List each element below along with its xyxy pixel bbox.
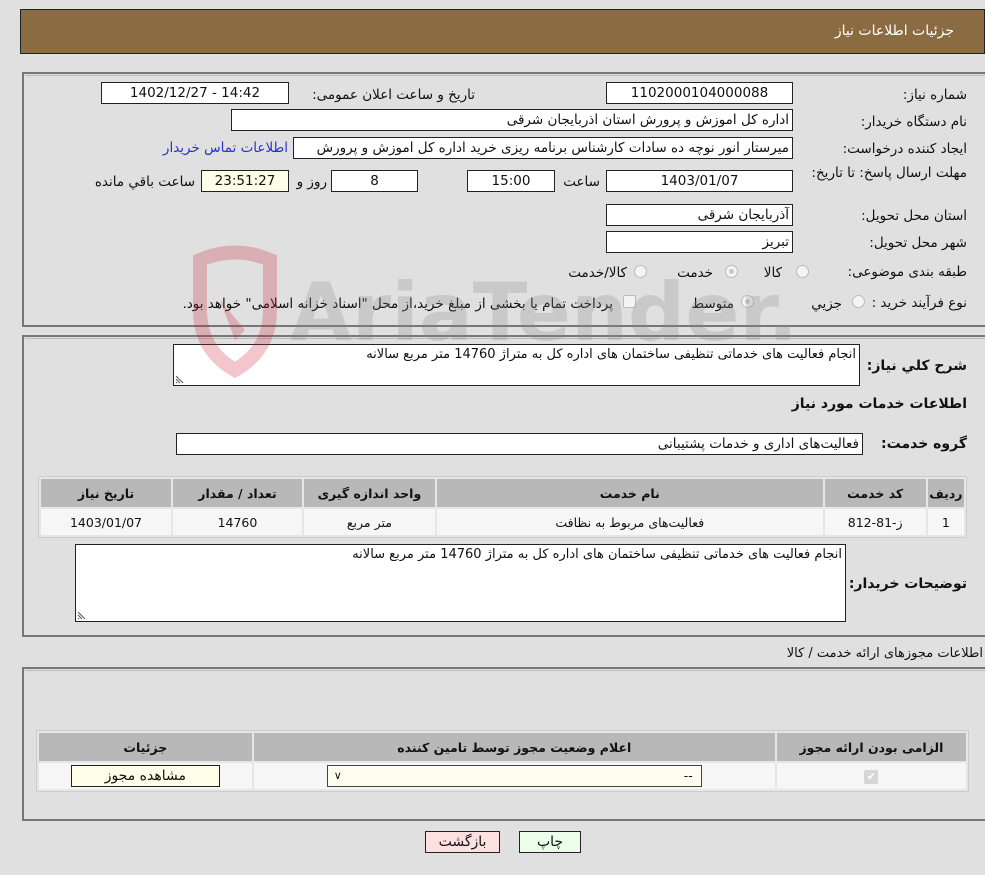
province-label: استان محل تحویل:	[861, 208, 967, 224]
col-service-name: نام خدمت	[436, 479, 823, 507]
permits-table-header: الزامی بودن ارائه مجوز اعلام وضعیت مجوز …	[39, 733, 966, 761]
buyer-org-field[interactable]: اداره کل اموزش و پرورش استان اذربایجان ش…	[231, 109, 793, 131]
col-permit-details: جزئیات	[39, 733, 252, 761]
permit-required-checkbox: ✔	[864, 770, 879, 784]
back-button[interactable]: بازگشت	[425, 831, 500, 853]
days-label: روز و	[296, 174, 327, 190]
category-radio-goods-service[interactable]	[634, 265, 647, 278]
creator-label: ایجاد کننده درخواست:	[842, 141, 967, 157]
table-row: ✔ -- ∨ مشاهده مجوز	[39, 763, 966, 789]
need-number-label: شماره نیاز:	[902, 87, 967, 103]
time-label: ساعت	[563, 174, 600, 190]
city-field[interactable]: تبریز	[606, 231, 793, 253]
view-permit-button[interactable]: مشاهده مجوز	[70, 765, 220, 787]
cell-service-code: ز-81-812	[824, 509, 926, 535]
page-header: جزئیات اطلاعات نیاز	[20, 9, 985, 54]
permit-status-select[interactable]: -- ∨	[326, 765, 702, 787]
process-radio-small[interactable]	[852, 295, 865, 308]
category-label: طبقه بندی موضوعی:	[847, 264, 967, 280]
permits-table: الزامی بودن ارائه مجوز اعلام وضعیت مجوز …	[36, 730, 969, 792]
col-permit-status: اعلام وضعیت مجوز توسط تامین کننده	[253, 733, 775, 761]
cell-quantity: 14760	[173, 509, 302, 535]
print-button[interactable]: چاپ	[519, 831, 581, 853]
services-title: اطلاعات خدمات مورد نیاز	[791, 396, 967, 412]
resize-grip-icon[interactable]	[77, 610, 87, 620]
need-number-field[interactable]: 1102000104000088	[606, 82, 793, 104]
category-radio-goods[interactable]	[796, 265, 809, 278]
treasury-note: پرداخت تمام یا بخشی از مبلغ خرید،از محل …	[182, 296, 613, 312]
remaining-label: ساعت باقي مانده	[94, 174, 195, 190]
col-row-number: ردیف	[927, 479, 964, 507]
process-label: نوع فرآیند خرید :	[871, 295, 967, 311]
col-permit-required: الزامی بودن ارائه مجوز	[776, 733, 966, 761]
category-radio-service[interactable]	[725, 265, 738, 278]
page-title: جزئیات اطلاعات نیاز	[834, 23, 954, 39]
deadline-time-field[interactable]: 15:00	[467, 170, 555, 192]
col-quantity: تعداد / مقدار	[173, 479, 302, 507]
city-label: شهر محل تحویل:	[869, 235, 967, 251]
buyer-contact-link[interactable]: اطلاعات تماس خریدار	[163, 140, 288, 156]
col-need-date: تاریخ نیاز	[41, 479, 171, 507]
category-option-service: خدمت	[677, 265, 713, 281]
service-group-field[interactable]: فعالیت‌های اداری و خدمات پشتیبانی	[176, 433, 863, 455]
chevron-down-icon: ∨	[333, 769, 342, 782]
deadline-date-field[interactable]: 1403/01/07	[606, 170, 793, 192]
service-group-label: گروه خدمت:	[881, 436, 967, 452]
services-table: ردیف کد خدمت نام خدمت واحد اندازه گیری ت…	[38, 476, 967, 538]
category-option-goods: کالا	[763, 265, 782, 281]
days-field[interactable]: 8	[331, 170, 418, 192]
announce-field[interactable]: 1402/12/27 - 14:42	[101, 82, 289, 104]
cell-need-date: 1403/01/07	[41, 509, 171, 535]
buyer-notes-label: توضیحات خریدار:	[848, 576, 967, 592]
cell-permit-status: -- ∨	[253, 763, 775, 789]
buyer-notes-textarea[interactable]: انجام فعالیت های خدماتی تنظیفی ساختمان ه…	[75, 544, 846, 622]
announce-label: تاریخ و ساعت اعلان عمومی:	[312, 87, 475, 103]
category-option-goods-service: کالا/خدمت	[568, 265, 627, 281]
description-label: شرح کلي نیاز:	[866, 358, 967, 374]
description-textarea[interactable]: انجام فعالیت های خدماتی تنظیفی ساختمان ه…	[173, 344, 860, 386]
province-field[interactable]: آذربایجان شرقی	[606, 204, 793, 226]
deadline-label: مهلت ارسال پاسخ: تا تاریخ:	[811, 165, 967, 181]
cell-row-number: 1	[927, 509, 964, 535]
cell-permit-required: ✔	[776, 763, 966, 789]
cell-permit-details: مشاهده مجوز	[39, 763, 252, 789]
col-service-code: کد خدمت	[824, 479, 926, 507]
permit-status-value: --	[683, 768, 693, 783]
remaining-time-field: 23:51:27	[201, 170, 289, 192]
process-option-small: جزيي	[811, 296, 842, 312]
table-row: 1 ز-81-812 فعالیت‌های مربوط به نظافت متر…	[41, 509, 964, 535]
treasury-checkbox[interactable]	[623, 295, 636, 308]
process-radio-medium[interactable]	[741, 295, 754, 308]
permits-section-title: اطلاعات مجوزهای ارائه خدمت / کالا	[786, 646, 983, 661]
resize-grip-icon[interactable]	[175, 374, 185, 384]
services-table-header: ردیف کد خدمت نام خدمت واحد اندازه گیری ت…	[41, 479, 964, 507]
col-unit: واحد اندازه گیری	[303, 479, 435, 507]
cell-service-name: فعالیت‌های مربوط به نظافت	[436, 509, 823, 535]
creator-field[interactable]: میرستار انور نوچه ده سادات کارشناس برنام…	[293, 137, 793, 159]
process-option-medium: متوسط	[691, 296, 734, 312]
cell-unit: متر مربع	[303, 509, 435, 535]
buyer-org-label: نام دستگاه خریدار:	[860, 114, 967, 130]
